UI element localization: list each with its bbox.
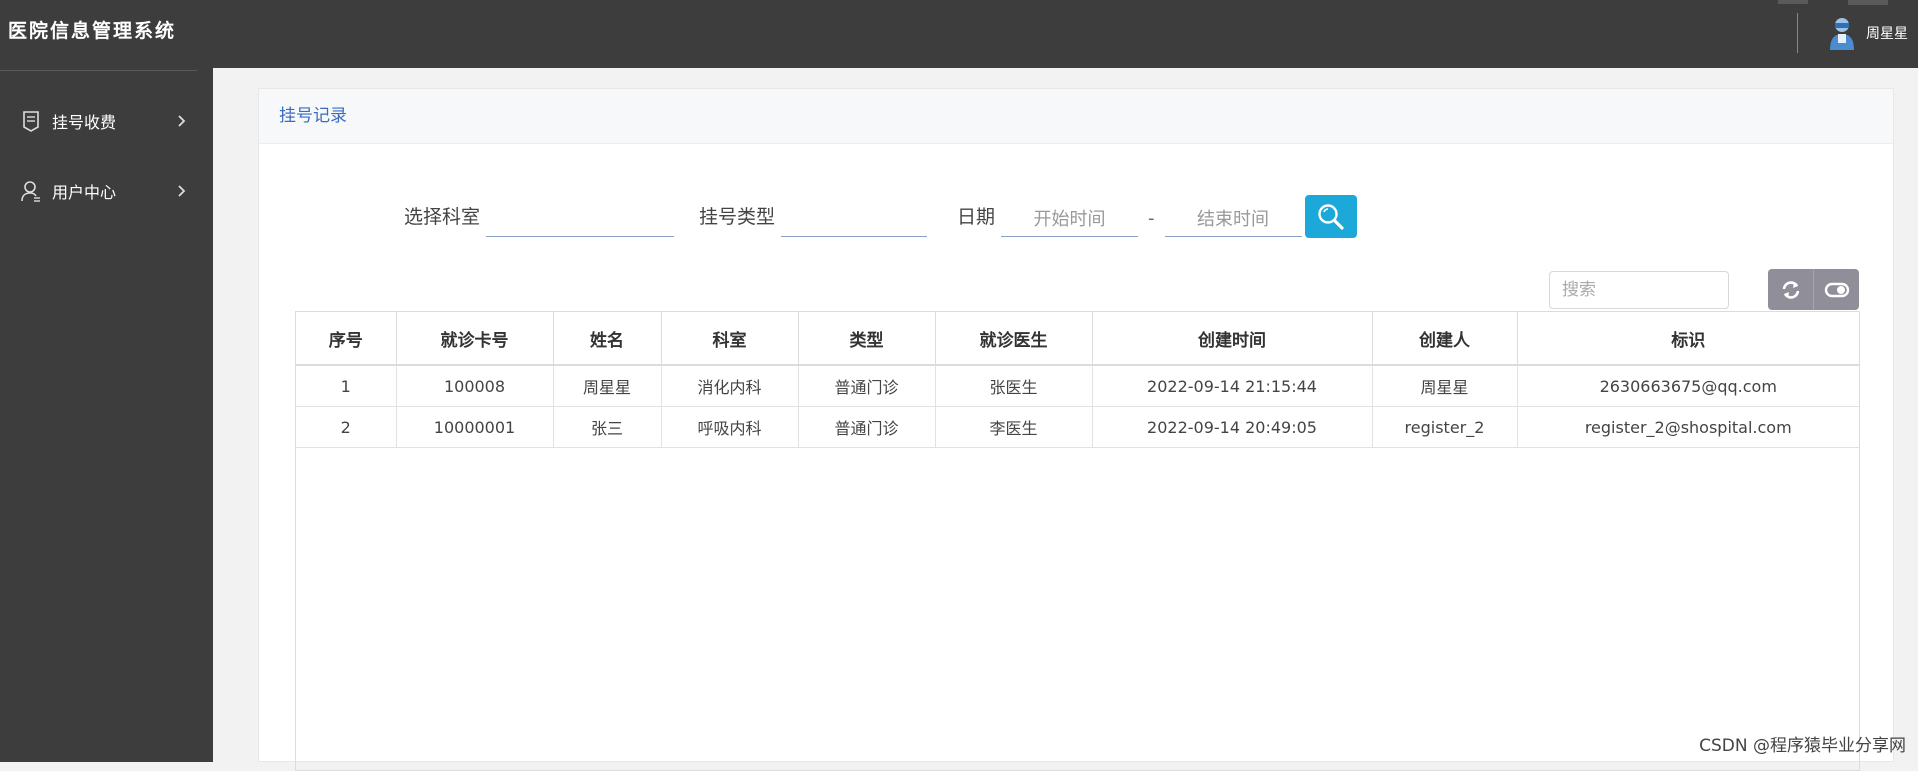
registration-type-label: 挂号类型 <box>699 206 776 228</box>
cell-created-time: 2022-09-14 21:15:44 <box>1092 365 1373 407</box>
sidebar: 挂号收费 用户中心 <box>0 68 213 762</box>
registration-type-select[interactable] <box>781 202 928 237</box>
sidebar-item-register-fee[interactable]: 挂号收费 <box>0 101 213 141</box>
search-button[interactable] <box>1305 195 1357 238</box>
column-header[interactable]: 姓名 <box>553 312 662 366</box>
column-header[interactable]: 创建时间 <box>1092 312 1373 366</box>
app-title: 医院信息管理系统 <box>8 20 177 42</box>
registration-table: 序号 就诊卡号 姓名 科室 类型 就诊医生 创建时间 创建人 标识 1 1000… <box>295 311 1860 771</box>
department-label: 选择科室 <box>404 206 481 228</box>
cell-index: 1 <box>296 365 397 407</box>
toggle-icon <box>1824 282 1849 297</box>
cell-creator: 周星星 <box>1372 365 1518 407</box>
sidebar-item-label: 挂号收费 <box>52 113 117 132</box>
registration-records-panel: 挂号记录 选择科室 挂号类型 日期 - <box>258 88 1894 771</box>
date-separator: - <box>1148 208 1155 229</box>
divider <box>0 70 197 71</box>
filter-bar: 选择科室 挂号类型 日期 - <box>404 197 1302 237</box>
cell-identifier: 2630663675@qq.com <box>1517 365 1859 407</box>
chevron-right-icon <box>178 185 186 197</box>
table-row[interactable]: 2 10000001 张三 呼吸内科 普通门诊 李医生 2022-09-14 2… <box>296 406 1859 448</box>
department-select[interactable] <box>486 202 675 237</box>
column-header[interactable]: 科室 <box>661 312 799 366</box>
column-header[interactable]: 就诊卡号 <box>396 312 554 366</box>
user-icon <box>21 181 40 202</box>
divider <box>1797 12 1798 53</box>
cell-index: 2 <box>296 406 397 448</box>
column-header[interactable]: 创建人 <box>1372 312 1518 366</box>
cell-doctor: 张医生 <box>935 365 1093 407</box>
cell-card-number: 100008 <box>396 365 554 407</box>
column-header[interactable]: 就诊医生 <box>935 312 1093 366</box>
search-icon <box>1318 203 1344 230</box>
cell-department: 消化内科 <box>661 365 799 407</box>
cell-creator: register_2 <box>1372 406 1518 448</box>
cell-type: 普通门诊 <box>798 406 936 448</box>
watermark: CSDN @程序猿毕业分享网 <box>1699 736 1906 756</box>
chevron-right-icon <box>178 115 186 127</box>
date-label: 日期 <box>957 206 996 228</box>
panel-title: 挂号记录 <box>259 89 1893 144</box>
register-fee-icon <box>23 111 39 132</box>
cell-card-number: 10000001 <box>396 406 554 448</box>
user-name[interactable]: 周星星 <box>1866 23 1908 43</box>
column-header[interactable]: 序号 <box>296 312 397 366</box>
table-search-input[interactable] <box>1549 271 1729 309</box>
avatar-icon[interactable] <box>1828 16 1856 50</box>
table-row[interactable]: 1 100008 周星星 消化内科 普通门诊 张医生 2022-09-14 21… <box>296 365 1859 407</box>
cell-department: 呼吸内科 <box>661 406 799 448</box>
cell-doctor: 李医生 <box>935 406 1093 448</box>
toggle-view-button[interactable] <box>1813 269 1859 310</box>
column-header[interactable]: 标识 <box>1517 312 1859 366</box>
table-header-row: 序号 就诊卡号 姓名 科室 类型 就诊医生 创建时间 创建人 标识 <box>296 312 1859 366</box>
sidebar-item-label: 用户中心 <box>52 183 117 202</box>
cell-type: 普通门诊 <box>798 365 936 407</box>
cell-created-time: 2022-09-14 20:49:05 <box>1092 406 1373 448</box>
cell-name: 张三 <box>553 406 662 448</box>
top-decoration <box>1778 0 1888 5</box>
end-date-input[interactable] <box>1164 202 1302 237</box>
column-header[interactable]: 类型 <box>798 312 936 366</box>
top-bar: 医院信息管理系统 周星星 <box>0 0 1918 68</box>
cell-identifier: register_2@shospital.com <box>1517 406 1859 448</box>
refresh-button[interactable] <box>1768 269 1813 310</box>
cell-name: 周星星 <box>553 365 662 407</box>
user-area[interactable]: 周星星 <box>1797 10 1908 55</box>
start-date-input[interactable] <box>1001 202 1139 237</box>
refresh-icon <box>1782 280 1799 299</box>
table-toolbar-buttons <box>1768 269 1859 310</box>
sidebar-item-user-center[interactable]: 用户中心 <box>0 171 213 211</box>
